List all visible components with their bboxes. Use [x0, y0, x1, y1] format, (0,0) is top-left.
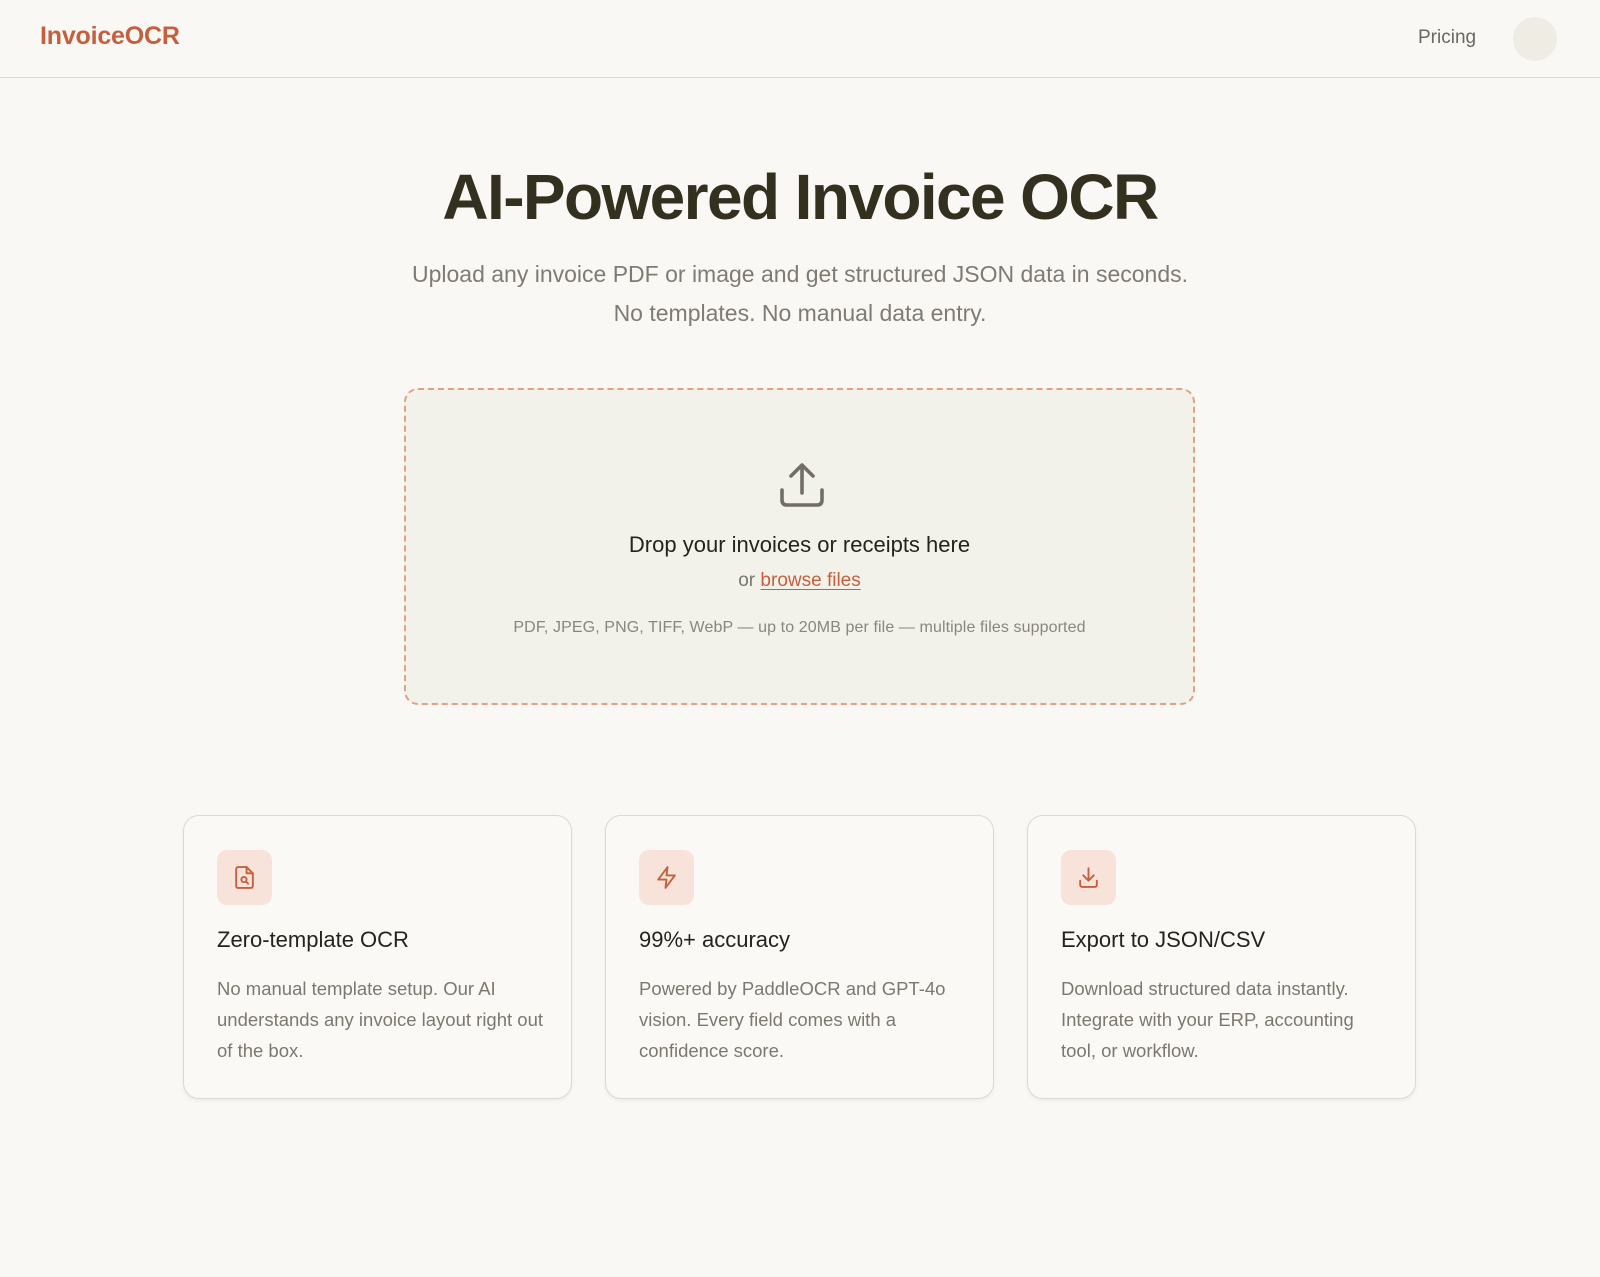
- feature-card-accuracy: 99%+ accuracy Powered by PaddleOCR and G…: [605, 815, 994, 1099]
- lightning-icon: [639, 850, 694, 905]
- top-navbar: InvoiceOCR Pricing: [0, 0, 1600, 78]
- avatar[interactable]: [1513, 17, 1557, 61]
- browse-files-link[interactable]: browse files: [760, 570, 860, 591]
- feature-card-export: Export to JSON/CSV Download structured d…: [1027, 815, 1416, 1099]
- feature-description: Download structured data instantly. Inte…: [1061, 978, 1354, 1061]
- feature-description: Powered by PaddleOCR and GPT-4o vision. …: [639, 978, 946, 1061]
- or-text: or: [738, 570, 756, 591]
- feature-description: No manual template setup. Our AI underst…: [217, 978, 544, 1061]
- feature-card-zero-template: Zero-template OCR No manual template set…: [183, 815, 572, 1099]
- upload-icon: [780, 463, 824, 507]
- supported-formats-text: PDF, JPEG, PNG, TIFF, WebP — up to 20MB …: [513, 619, 1086, 636]
- download-icon: [1061, 850, 1116, 905]
- hero-subtitle: Upload any invoice PDF or image and get …: [411, 261, 1188, 326]
- dropzone-browse-line: or browse files: [406, 570, 1193, 592]
- feature-title: 99%+ accuracy: [639, 927, 791, 952]
- file-search-icon: [217, 850, 272, 905]
- hero-title: AI-Powered Invoice OCR: [442, 161, 1159, 233]
- nav-pricing-link[interactable]: Pricing: [1418, 27, 1476, 49]
- logo-link[interactable]: InvoiceOCR: [40, 22, 180, 51]
- dropzone-title: Drop your invoices or receipts here: [628, 532, 971, 557]
- upload-dropzone[interactable]: Drop your invoices or receipts here or b…: [404, 388, 1195, 705]
- feature-title: Zero-template OCR: [217, 927, 409, 952]
- feature-title: Export to JSON/CSV: [1061, 927, 1266, 952]
